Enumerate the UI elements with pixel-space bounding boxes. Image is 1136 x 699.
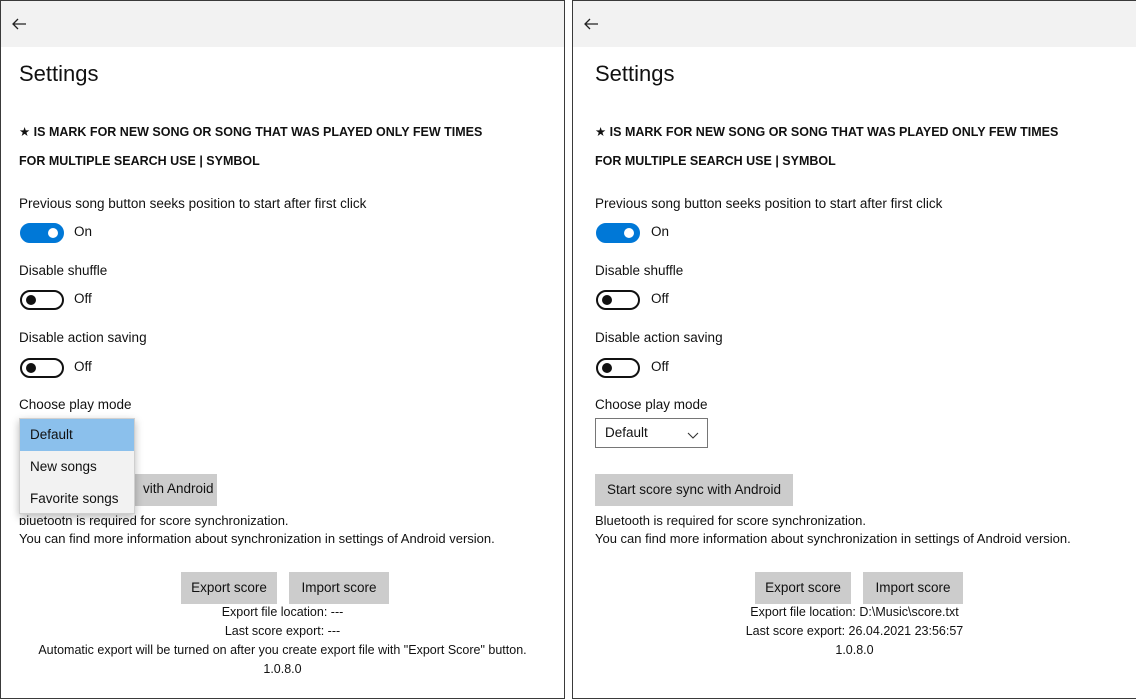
prev-song-state: On bbox=[74, 224, 93, 239]
disable-shuffle-label: Disable shuffle bbox=[595, 263, 684, 278]
disable-action-label: Disable action saving bbox=[595, 330, 723, 345]
search-note: FOR MULTIPLE SEARCH USE | SYMBOL bbox=[19, 154, 260, 168]
auto-export-note: Automatic export will be turned on after… bbox=[38, 643, 527, 657]
disable-shuffle-state: Off bbox=[74, 291, 92, 306]
settings-window-left: Settings ★ IS MARK FOR NEW SONG OR SONG … bbox=[0, 0, 565, 699]
chevron-down-icon bbox=[687, 428, 699, 439]
version: 1.0.8.0 bbox=[263, 662, 302, 676]
start-sync-button[interactable]: Start score sync with Android bbox=[595, 474, 793, 506]
disable-action-state: Off bbox=[74, 359, 92, 374]
page-title: Settings bbox=[19, 61, 99, 86]
play-mode-dropdown[interactable]: Default New songs Favorite songs bbox=[19, 418, 135, 514]
disable-shuffle-toggle[interactable] bbox=[596, 290, 640, 310]
bluetooth-note: Bluetooth is required for score synchron… bbox=[595, 513, 866, 528]
play-mode-option-default[interactable]: Default bbox=[20, 419, 134, 451]
title-bar bbox=[1, 1, 564, 47]
play-mode-label: Choose play mode bbox=[595, 397, 708, 412]
back-arrow-icon[interactable] bbox=[581, 13, 603, 35]
export-score-button[interactable]: Export score bbox=[181, 572, 277, 604]
more-info-note: You can find more information about sync… bbox=[19, 531, 495, 546]
export-score-button[interactable]: Export score bbox=[755, 572, 851, 604]
search-note: FOR MULTIPLE SEARCH USE | SYMBOL bbox=[595, 154, 836, 168]
prev-song-label: Previous song button seeks position to s… bbox=[19, 196, 367, 211]
play-mode-option-new-songs[interactable]: New songs bbox=[20, 451, 134, 483]
last-export: Last score export: 26.04.2021 23:56:57 bbox=[745, 624, 964, 638]
play-mode-option-favorite-songs[interactable]: Favorite songs bbox=[20, 483, 134, 515]
prev-song-toggle[interactable] bbox=[596, 223, 640, 243]
settings-window-right: Settings ★ IS MARK FOR NEW SONG OR SONG … bbox=[572, 0, 1136, 699]
new-song-note: ★ IS MARK FOR NEW SONG OR SONG THAT WAS … bbox=[19, 125, 483, 139]
import-score-button[interactable]: Import score bbox=[863, 572, 963, 604]
disable-action-toggle[interactable] bbox=[20, 358, 64, 378]
title-bar bbox=[573, 1, 1136, 47]
more-info-note: You can find more information about sync… bbox=[595, 531, 1071, 546]
play-mode-value: Default bbox=[605, 425, 648, 440]
disable-shuffle-state: Off bbox=[651, 291, 669, 306]
bluetooth-note: ɒiuetootn is required for score synchron… bbox=[19, 513, 289, 528]
import-score-button[interactable]: Import score bbox=[289, 572, 389, 604]
back-arrow-icon[interactable] bbox=[9, 13, 31, 35]
export-location: Export file location: D:\Music\score.txt bbox=[750, 605, 959, 619]
prev-song-toggle[interactable] bbox=[20, 223, 64, 243]
disable-action-label: Disable action saving bbox=[19, 330, 147, 345]
page-title: Settings bbox=[595, 61, 675, 86]
export-location: Export file location: --- bbox=[221, 605, 344, 619]
play-mode-combobox[interactable]: Default bbox=[595, 418, 708, 448]
prev-song-label: Previous song button seeks position to s… bbox=[595, 196, 943, 211]
new-song-note: ★ IS MARK FOR NEW SONG OR SONG THAT WAS … bbox=[595, 125, 1059, 139]
disable-action-toggle[interactable] bbox=[596, 358, 640, 378]
disable-action-state: Off bbox=[651, 359, 669, 374]
version: 1.0.8.0 bbox=[835, 643, 874, 657]
last-export: Last score export: --- bbox=[224, 624, 341, 638]
sync-button-label: vith Android bbox=[143, 481, 214, 496]
prev-song-state: On bbox=[651, 224, 670, 239]
disable-shuffle-toggle[interactable] bbox=[20, 290, 64, 310]
play-mode-label: Choose play mode bbox=[19, 397, 132, 412]
disable-shuffle-label: Disable shuffle bbox=[19, 263, 108, 278]
